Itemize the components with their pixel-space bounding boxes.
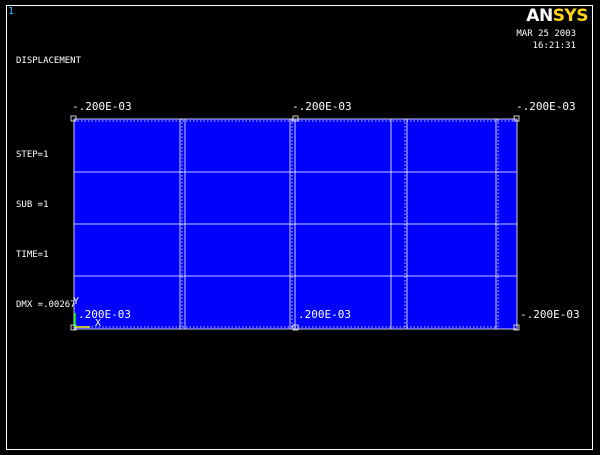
graphics-viewport[interactable]: 1 DISPLACEMENT STEP=1 SUB =1 TIME=1 DMX …: [0, 0, 600, 455]
label-top-mid: -.200E-03: [292, 100, 352, 113]
label-top-right: -.200E-03: [516, 100, 576, 113]
mesh-plot: [70, 115, 520, 331]
label-top-left: -.200E-03: [72, 100, 132, 113]
label-bot-left: .200E-03: [78, 308, 131, 321]
triad-y-label: Y: [73, 296, 80, 307]
label-bot-right: -.200E-03: [520, 308, 580, 321]
label-bot-mid: .200E-03: [298, 308, 351, 321]
triad-x-label: X: [95, 318, 102, 329]
